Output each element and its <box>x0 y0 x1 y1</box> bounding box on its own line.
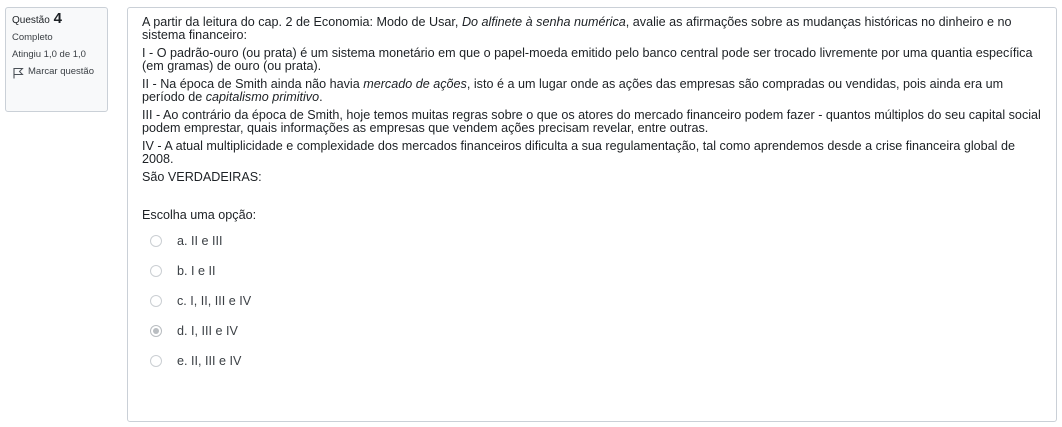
intro-book-title: Do alfinete à senha numérica <box>461 15 626 29</box>
answer-option-a[interactable]: a. II e III <box>142 226 1042 256</box>
question-grade: Atingiu 1,0 de 1,0 <box>12 49 86 60</box>
statement-2-italic-1: mercado de ações <box>363 77 467 91</box>
question-intro: A partir da leitura do cap. 2 de Economi… <box>142 16 1042 42</box>
statement-2: II - Na época de Smith ainda não havia m… <box>142 78 1042 104</box>
answer-label-b[interactable]: b. I e II <box>177 264 216 278</box>
flag-question-button[interactable]: Marcar questão <box>12 67 107 79</box>
answer-option-c[interactable]: c. I, II, III e IV <box>142 286 1042 316</box>
answer-label-c[interactable]: c. I, II, III e IV <box>177 294 251 308</box>
statement-3: III - Ao contrário da época de Smith, ho… <box>142 108 1041 135</box>
statement-4: IV - A atual multiplicidade e complexida… <box>142 139 1015 166</box>
question-number-value: 4 <box>53 10 62 27</box>
question-prefix: Questão <box>12 15 50 26</box>
radio-button-e[interactable] <box>150 355 162 367</box>
answer-label-d[interactable]: d. I, III e IV <box>177 324 238 338</box>
statement-2-text: II - Na época de Smith ainda não havia <box>142 77 364 91</box>
answer-options: a. II e III b. I e II c. I, II, III e IV… <box>142 226 1042 376</box>
radio-button-d[interactable] <box>150 325 162 337</box>
flag-icon <box>13 68 24 79</box>
answer-option-e[interactable]: e. II, III e IV <box>142 346 1042 376</box>
question-content: A partir da leitura do cap. 2 de Economi… <box>127 7 1057 422</box>
question-number: Questão 4 <box>12 10 107 28</box>
flag-label: Marcar questão <box>28 66 95 77</box>
question-info-panel: Questão 4 Completo Atingiu 1,0 de 1,0 Ma… <box>5 7 108 112</box>
statement-1: I - O padrão-ouro (ou prata) é um sistem… <box>142 46 1033 73</box>
answer-option-d[interactable]: d. I, III e IV <box>142 316 1042 346</box>
answer-option-b[interactable]: b. I e II <box>142 256 1042 286</box>
answer-label-e[interactable]: e. II, III e IV <box>177 354 241 368</box>
question-state: Completo <box>12 32 53 43</box>
radio-button-a[interactable] <box>150 235 162 247</box>
answer-prompt: Escolha uma opção: <box>142 208 257 222</box>
statement-2-text-end: . <box>319 90 323 104</box>
radio-button-b[interactable] <box>150 265 162 277</box>
statement-2-italic-2: capitalismo primitivo <box>205 90 320 104</box>
intro-text: A partir da leitura do cap. 2 de Economi… <box>142 15 462 29</box>
radio-button-c[interactable] <box>150 295 162 307</box>
answer-label-a[interactable]: a. II e III <box>177 234 223 248</box>
question-closing: São VERDADEIRAS: <box>142 170 262 184</box>
